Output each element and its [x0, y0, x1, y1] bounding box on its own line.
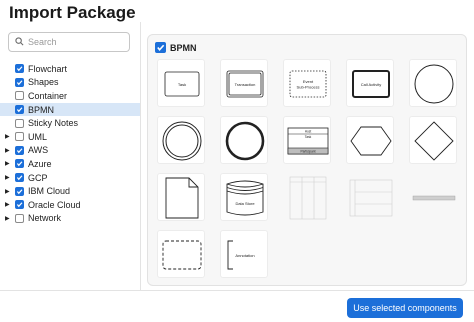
shape-call-activity[interactable]: Call Activity [346, 59, 394, 107]
expand-arrow-icon[interactable]: ▶ [5, 160, 15, 167]
svg-text:Event: Event [303, 79, 314, 84]
tree-item-flowchart[interactable]: Flowchart [0, 62, 140, 76]
tree-item-container[interactable]: Container [0, 89, 140, 103]
svg-text:Call Activity: Call Activity [361, 82, 381, 87]
svg-text:Task: Task [178, 82, 186, 87]
search-input[interactable] [28, 37, 123, 47]
tree-item-checkbox[interactable] [15, 200, 24, 210]
expand-arrow-icon[interactable]: ▶ [5, 215, 15, 222]
shape-pool-horizontal[interactable] [409, 173, 457, 221]
tree-item-label: UML [28, 131, 48, 142]
tree-item-label: Network [28, 213, 62, 224]
tree-item-label: Azure [28, 158, 52, 169]
shape-task[interactable]: Task [157, 59, 205, 107]
svg-text:Sub-Process: Sub-Process [297, 85, 320, 90]
shape-data-object[interactable] [157, 173, 205, 221]
tree-item-label: IBM Cloud [28, 186, 71, 197]
tree-item-checkbox[interactable] [15, 213, 24, 223]
bpmn-panel-header[interactable]: BPMN [155, 42, 197, 53]
svg-text:Participant: Participant [300, 150, 315, 154]
shape-end-event[interactable] [220, 116, 268, 164]
tree-item-checkbox[interactable] [15, 159, 24, 169]
expand-arrow-icon[interactable]: ▶ [5, 201, 15, 208]
shape-intermediate-event[interactable] [157, 116, 205, 164]
tree-item-checkbox[interactable] [15, 132, 24, 142]
search-icon [15, 33, 24, 51]
tree-item-checkbox[interactable] [15, 118, 24, 128]
search-box[interactable] [8, 32, 130, 52]
tree-item-label: Flowchart [28, 63, 68, 74]
svg-text:Data Store: Data Store [235, 201, 255, 206]
bpmn-panel-checkbox[interactable] [155, 42, 166, 53]
shape-event-sub-process[interactable]: Event Sub-Process [283, 59, 331, 107]
expand-arrow-icon[interactable]: ▶ [5, 133, 15, 140]
shape-start-event[interactable] [409, 59, 457, 107]
expand-arrow-icon[interactable]: ▶ [5, 188, 15, 195]
tree-item-checkbox[interactable] [15, 105, 24, 115]
package-tree: Flowchart Shapes Container BPMN Sticky Notes… [0, 62, 140, 225]
tree-item-label: GCP [28, 172, 48, 183]
use-selected-components-button[interactable]: Use selected components [347, 298, 463, 318]
bpmn-panel-title: BPMN [170, 42, 197, 53]
shape-data-store[interactable]: Data Store [220, 173, 268, 221]
footer-divider [0, 290, 474, 291]
sidebar-divider [140, 22, 141, 290]
tree-item-checkbox[interactable] [15, 64, 24, 74]
tree-item-shapes[interactable]: Shapes [0, 76, 140, 90]
svg-text:Annotation: Annotation [235, 253, 254, 258]
tree-item-checkbox[interactable] [15, 77, 24, 87]
tree-item-network[interactable]: ▶ Network [0, 212, 140, 226]
svg-text:Host: Host [305, 130, 312, 134]
tree-item-bpmn[interactable]: BPMN [0, 102, 140, 117]
shape-lane-vertical[interactable] [283, 173, 331, 221]
tree-item-gcp[interactable]: ▶ GCP [0, 171, 140, 185]
tree-item-checkbox[interactable] [15, 173, 24, 183]
tree-item-sticky-notes[interactable]: Sticky Notes [0, 116, 140, 130]
tree-item-ibm-cloud[interactable]: ▶ IBM Cloud [0, 184, 140, 198]
tree-item-azure[interactable]: ▶ Azure [0, 157, 140, 171]
dialog-title: Import Package [9, 3, 136, 22]
tree-item-aws[interactable]: ▶ AWS [0, 144, 140, 158]
shape-annotation[interactable]: Annotation [220, 230, 268, 278]
tree-item-label: Shapes [28, 77, 59, 88]
tree-item-uml[interactable]: ▶ UML [0, 130, 140, 144]
svg-text:Task: Task [305, 135, 312, 139]
shape-lane-horizontal[interactable] [346, 173, 394, 221]
bpmn-panel: BPMN Task Transaction Event Sub-Process Call… [147, 34, 467, 286]
shape-gateway[interactable] [409, 116, 457, 164]
tree-item-label: Oracle Cloud [28, 199, 81, 210]
shape-transaction[interactable]: Transaction [220, 59, 268, 107]
svg-text:Transaction: Transaction [235, 82, 256, 87]
tree-item-label: AWS [28, 145, 49, 156]
shape-group[interactable] [157, 230, 205, 278]
tree-item-checkbox[interactable] [15, 145, 24, 155]
tree-item-label: Sticky Notes [28, 118, 79, 129]
shape-pool-task[interactable]: Host Task Participant [283, 116, 331, 164]
tree-item-label: Container [28, 90, 68, 101]
tree-item-oracle-cloud[interactable]: ▶ Oracle Cloud [0, 198, 140, 212]
tree-item-checkbox[interactable] [15, 186, 24, 196]
expand-arrow-icon[interactable]: ▶ [5, 174, 15, 181]
tree-item-label: BPMN [28, 104, 55, 115]
tree-item-checkbox[interactable] [15, 91, 24, 101]
expand-arrow-icon[interactable]: ▶ [5, 147, 15, 154]
shape-conversation[interactable] [346, 116, 394, 164]
